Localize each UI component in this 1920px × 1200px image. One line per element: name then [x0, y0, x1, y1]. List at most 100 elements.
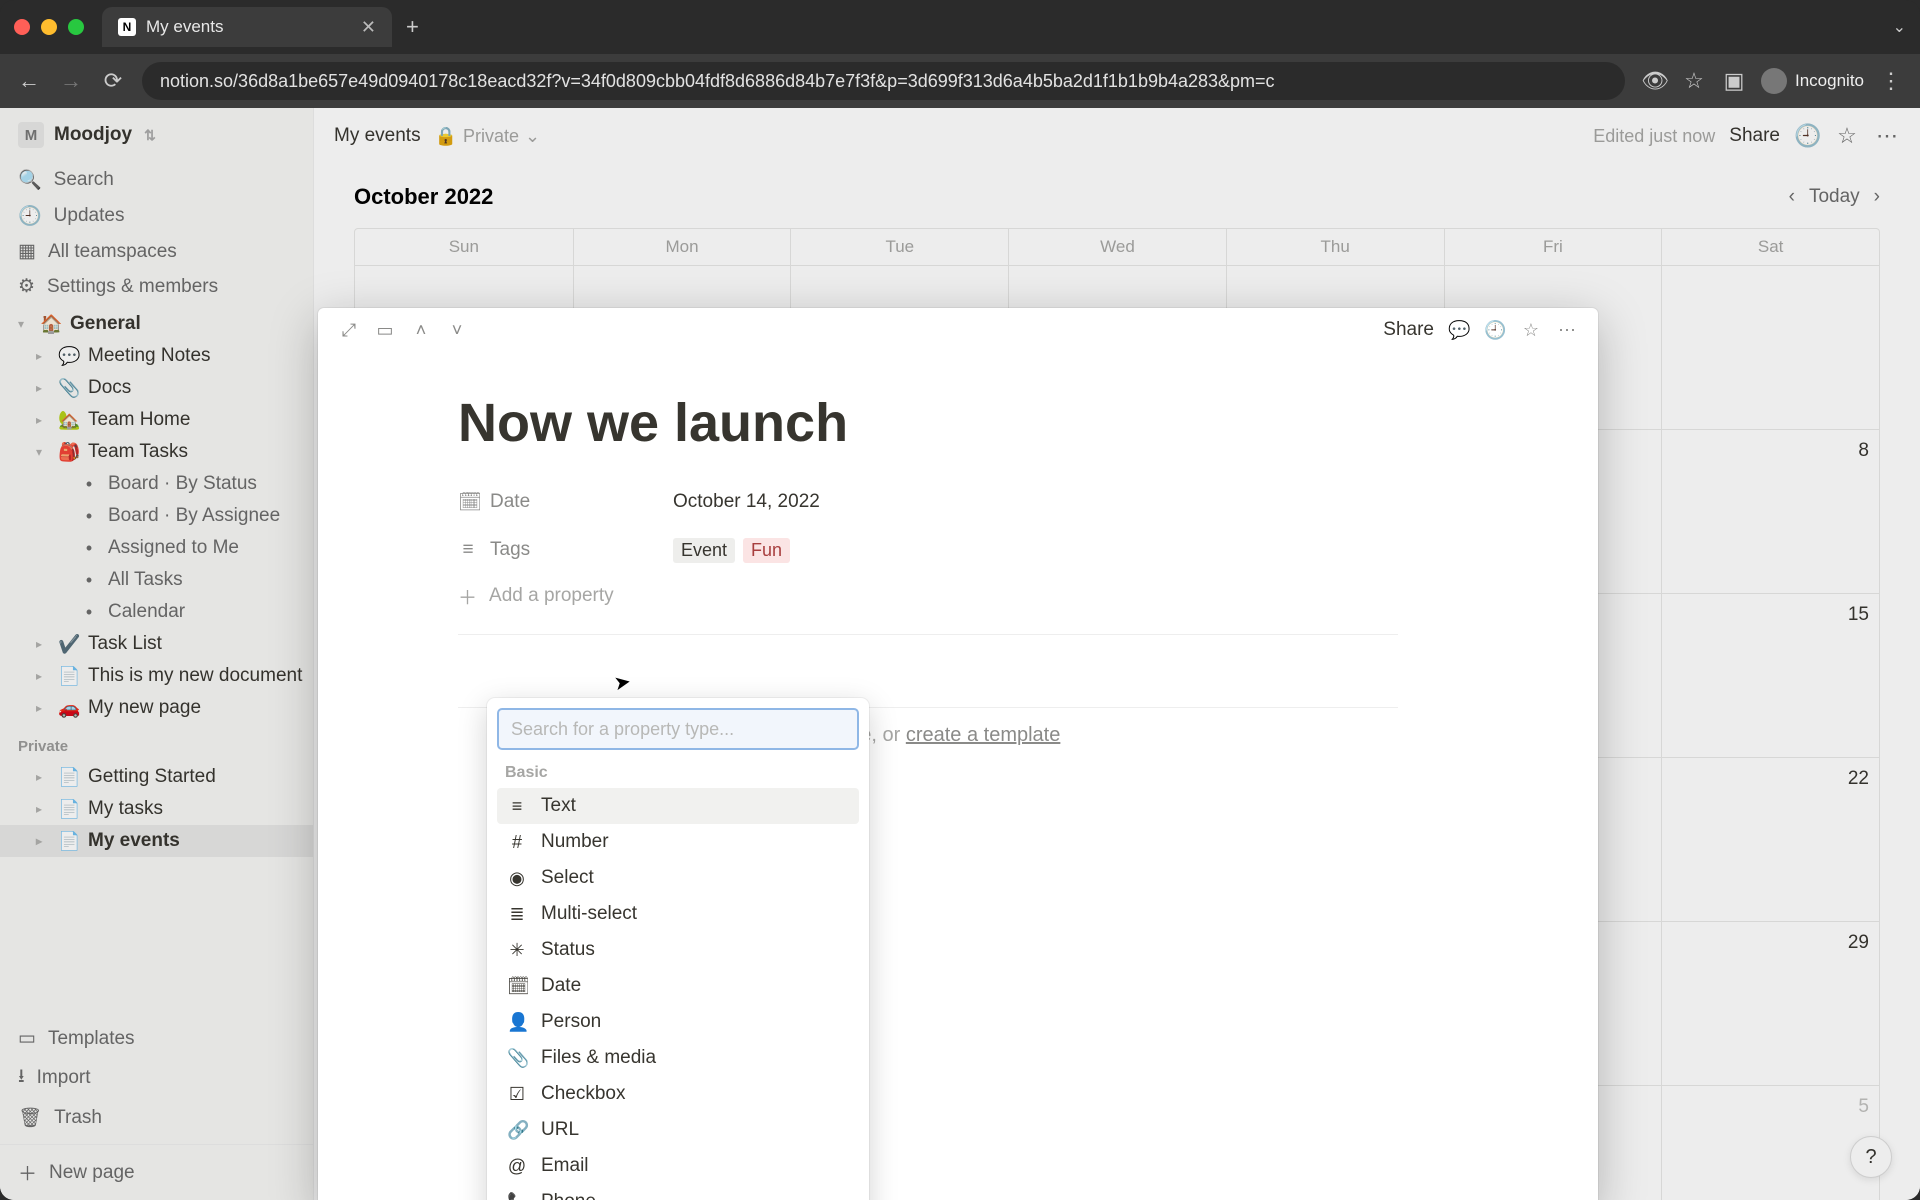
sidebar-item-task-list[interactable]: ▸✔️Task List	[0, 628, 313, 660]
workspace-switcher[interactable]: M Moodjoy ⇅	[0, 108, 313, 162]
search-button[interactable]: 🔍Search	[0, 162, 313, 198]
page-title[interactable]: Now we launch	[458, 392, 1398, 454]
next-month-button[interactable]: ›	[1874, 186, 1880, 208]
calendar-cell[interactable]: 5	[1661, 1085, 1879, 1200]
browser-menu-icon[interactable]: ⋮	[1878, 68, 1904, 94]
chevron-right-icon[interactable]: ▸	[36, 381, 50, 395]
minimize-window-icon[interactable]	[41, 19, 57, 35]
visibility-private[interactable]: 🔒Private⌄	[435, 126, 541, 147]
tag-chip[interactable]: Event	[673, 538, 735, 563]
sidebar-item-label: My events	[88, 830, 180, 852]
browser-tab[interactable]: N My events ✕	[102, 7, 392, 47]
chevron-right-icon[interactable]: ▸	[36, 637, 50, 651]
calendar-cell[interactable]: 15	[1661, 593, 1879, 757]
option-url[interactable]: 🔗URL	[497, 1112, 859, 1148]
calendar-cell[interactable]: 29	[1661, 921, 1879, 1085]
add-property-label: Add a property	[489, 585, 614, 607]
option-person[interactable]: 👤Person	[497, 1004, 859, 1040]
option-date[interactable]: 🗓Date	[497, 968, 859, 1004]
sidebar-item-getting-started[interactable]: ▸📄Getting Started	[0, 761, 313, 793]
sidebar-item-board-status[interactable]: •Board · By Status	[0, 468, 313, 500]
option-email[interactable]: @Email	[497, 1148, 859, 1184]
comments-icon[interactable]: 💬	[1448, 320, 1470, 341]
chevron-right-icon[interactable]: ▸	[36, 413, 50, 427]
templates-button[interactable]: ▭Templates	[0, 1021, 313, 1056]
option-checkbox[interactable]: ☑Checkbox	[497, 1076, 859, 1112]
share-button[interactable]: Share	[1729, 125, 1780, 147]
sidebar-item-team-home[interactable]: ▸🏡Team Home	[0, 404, 313, 436]
all-teamspaces-button[interactable]: ▦All teamspaces	[0, 234, 313, 269]
property-tags[interactable]: ≡Tags Event Fun	[458, 526, 1398, 574]
close-tab-icon[interactable]: ✕	[361, 17, 376, 38]
create-template-link[interactable]: create a template	[906, 724, 1061, 746]
option-status[interactable]: ✳Status	[497, 932, 859, 968]
chevron-right-icon[interactable]: ▸	[36, 834, 50, 848]
property-value[interactable]: October 14, 2022	[673, 491, 820, 513]
chevron-down-icon[interactable]: ▾	[36, 445, 50, 459]
import-button[interactable]: ⭳Import	[0, 1056, 313, 1100]
option-phone[interactable]: 📞Phone	[497, 1184, 859, 1200]
window-controls[interactable]	[14, 19, 84, 35]
chevron-right-icon[interactable]: ▸	[36, 770, 50, 784]
calendar-cell[interactable]: 8	[1661, 429, 1879, 593]
clock-icon[interactable]: 🕘	[1794, 123, 1820, 149]
tabs-menu-icon[interactable]: ⌄	[1893, 17, 1906, 37]
sidebar-item-team-tasks[interactable]: ▾🎒Team Tasks	[0, 436, 313, 468]
calendar-cell[interactable]: 22	[1661, 757, 1879, 921]
new-page-button[interactable]: ＋New page	[0, 1144, 313, 1200]
prev-page-icon[interactable]: ˄	[410, 320, 432, 341]
option-multi-select[interactable]: ≣Multi-select	[497, 896, 859, 932]
option-files[interactable]: 📎Files & media	[497, 1040, 859, 1076]
sidebar-item-my-new-page[interactable]: ▸🚗My new page	[0, 692, 313, 724]
help-button[interactable]: ?	[1850, 1136, 1892, 1178]
peek-icon[interactable]: ▭	[374, 320, 396, 341]
breadcrumb[interactable]: My events	[334, 125, 421, 147]
eye-off-icon[interactable]: 👁	[1641, 68, 1667, 94]
tag-chip[interactable]: Fun	[743, 538, 790, 563]
sidebar-item-my-events[interactable]: ▸📄My events	[0, 825, 313, 857]
chevron-right-icon[interactable]: ▸	[36, 669, 50, 683]
today-button[interactable]: Today	[1809, 186, 1860, 208]
property-search-input[interactable]	[497, 708, 859, 750]
sidebar-item-board-assignee[interactable]: •Board · By Assignee	[0, 500, 313, 532]
sidebar-item-all-tasks[interactable]: •All Tasks	[0, 564, 313, 596]
maximize-window-icon[interactable]	[68, 19, 84, 35]
sidebar-item-my-tasks[interactable]: ▸📄My tasks	[0, 793, 313, 825]
calendar-cell[interactable]	[1661, 265, 1879, 429]
prev-month-button[interactable]: ‹	[1789, 186, 1795, 208]
sidebar-item-general[interactable]: ▾🏠General	[0, 308, 313, 340]
sidebar-item-calendar[interactable]: •Calendar	[0, 596, 313, 628]
star-icon[interactable]: ☆	[1834, 123, 1860, 149]
chevron-right-icon[interactable]: ▸	[36, 701, 50, 715]
forward-button[interactable]: →	[58, 68, 84, 94]
property-date[interactable]: 🗓Date October 14, 2022	[458, 478, 1398, 526]
reload-button[interactable]: ⟳	[100, 68, 126, 94]
extensions-icon[interactable]: ▣	[1721, 68, 1747, 94]
new-tab-button[interactable]: +	[406, 14, 419, 40]
sidebar-item-docs[interactable]: ▸📎Docs	[0, 372, 313, 404]
next-page-icon[interactable]: ˅	[446, 320, 468, 341]
sidebar-item-assigned-me[interactable]: •Assigned to Me	[0, 532, 313, 564]
address-bar[interactable]: notion.so/36d8a1be657e49d0940178c18eacd3…	[142, 62, 1625, 100]
chevron-right-icon[interactable]: ▸	[36, 349, 50, 363]
sidebar-item-meeting-notes[interactable]: ▸💬Meeting Notes	[0, 340, 313, 372]
updates-icon[interactable]: 🕘	[1484, 320, 1506, 341]
close-window-icon[interactable]	[14, 19, 30, 35]
expand-icon[interactable]: ⤢	[338, 320, 360, 341]
option-select[interactable]: ◉Select	[497, 860, 859, 896]
settings-button[interactable]: ⚙Settings & members	[0, 269, 313, 304]
chevron-down-icon[interactable]: ▾	[18, 317, 32, 331]
favorite-icon[interactable]: ☆	[1520, 320, 1542, 341]
modal-share-button[interactable]: Share	[1383, 319, 1434, 341]
sidebar-item-new-doc[interactable]: ▸📄This is my new document	[0, 660, 313, 692]
back-button[interactable]: ←	[16, 68, 42, 94]
add-property-button[interactable]: ＋ Add a property	[458, 574, 1398, 618]
trash-button[interactable]: 🗑Trash	[0, 1100, 313, 1136]
modal-more-icon[interactable]: ⋯	[1556, 320, 1578, 341]
option-number[interactable]: #Number	[497, 824, 859, 860]
more-icon[interactable]: ⋯	[1874, 123, 1900, 149]
option-text[interactable]: ≡Text	[497, 788, 859, 824]
bookmark-star-icon[interactable]: ☆	[1681, 68, 1707, 94]
chevron-right-icon[interactable]: ▸	[36, 802, 50, 816]
updates-button[interactable]: 🕘Updates	[0, 198, 313, 234]
